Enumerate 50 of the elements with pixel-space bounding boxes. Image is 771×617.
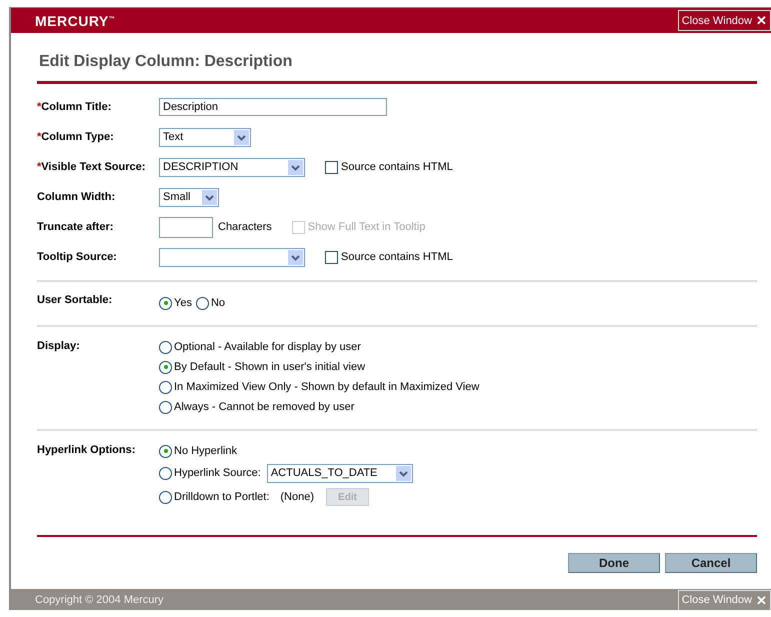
- logo: MERCURY$^{™}$: [35, 12, 116, 28]
- radio-button[interactable]: [159, 296, 172, 310]
- radio-button[interactable]: [196, 296, 209, 310]
- required-mark: *: [37, 161, 42, 173]
- portlet-value: (None): [280, 491, 314, 503]
- required-mark: *: [37, 131, 42, 143]
- radio-button[interactable]: [159, 400, 172, 414]
- radio-button[interactable]: [159, 360, 172, 374]
- radio-button[interactable]: [159, 444, 172, 458]
- checkbox-label: Show Full Text in Tooltip: [308, 221, 426, 233]
- checkbox-label: Source contains HTML: [341, 161, 453, 173]
- radio-label: Hyperlink Source:: [174, 467, 261, 479]
- radio-button[interactable]: [159, 466, 172, 480]
- radio-label: No: [210, 297, 226, 309]
- radio-button[interactable]: [159, 340, 172, 354]
- dropdown[interactable]: [159, 248, 305, 266]
- radio-label: Optional - Available for display by user: [174, 341, 361, 353]
- radio-button[interactable]: [159, 380, 172, 394]
- page-title: Edit Display Column: Description: [39, 53, 294, 71]
- dropdown[interactable]: Small: [159, 188, 219, 206]
- close-window-button[interactable]: Close Window ✕: [678, 10, 771, 31]
- field-label: Tooltip Source:: [37, 251, 117, 263]
- radio-label: By Default - Shown in user's initial view: [174, 361, 366, 373]
- radio-label: Yes: [174, 297, 192, 309]
- group-label: User Sortable:: [37, 294, 114, 308]
- dropdown[interactable]: DESCRIPTION: [159, 158, 305, 176]
- dropdown[interactable]: Text: [159, 128, 251, 146]
- text-field[interactable]: Description: [159, 98, 387, 116]
- checkbox-label: Source contains HTML: [341, 251, 453, 263]
- action-button[interactable]: Cancel: [665, 553, 757, 573]
- radio-label: No Hyperlink: [174, 445, 237, 457]
- number-field[interactable]: [159, 216, 213, 238]
- field-label: Column Title:: [41, 101, 112, 113]
- unit-label: Characters: [218, 221, 272, 233]
- group-label: Hyperlink Options:: [37, 443, 136, 458]
- checkbox[interactable]: [325, 250, 338, 264]
- checkbox[interactable]: [325, 160, 338, 174]
- field-label: Column Width:: [37, 191, 116, 203]
- copyright-text: Copyright © 2004 Mercury: [35, 594, 164, 606]
- field-label: Truncate after:: [37, 221, 114, 233]
- field-label: Column Type:: [41, 131, 114, 143]
- action-button[interactable]: Done: [568, 553, 660, 573]
- group-label: Display:: [37, 339, 81, 354]
- radio-label: Drilldown to Portlet:: [174, 491, 270, 503]
- required-mark: *: [37, 101, 42, 113]
- field-label: Visible Text Source:: [41, 161, 146, 173]
- radio-button[interactable]: [159, 490, 172, 504]
- radio-label: Always - Cannot be removed by user: [174, 401, 354, 413]
- radio-label: In Maximized View Only - Shown by default in Maximized View: [174, 381, 480, 393]
- dropdown[interactable]: ACTUALS_TO_DATE: [266, 464, 413, 482]
